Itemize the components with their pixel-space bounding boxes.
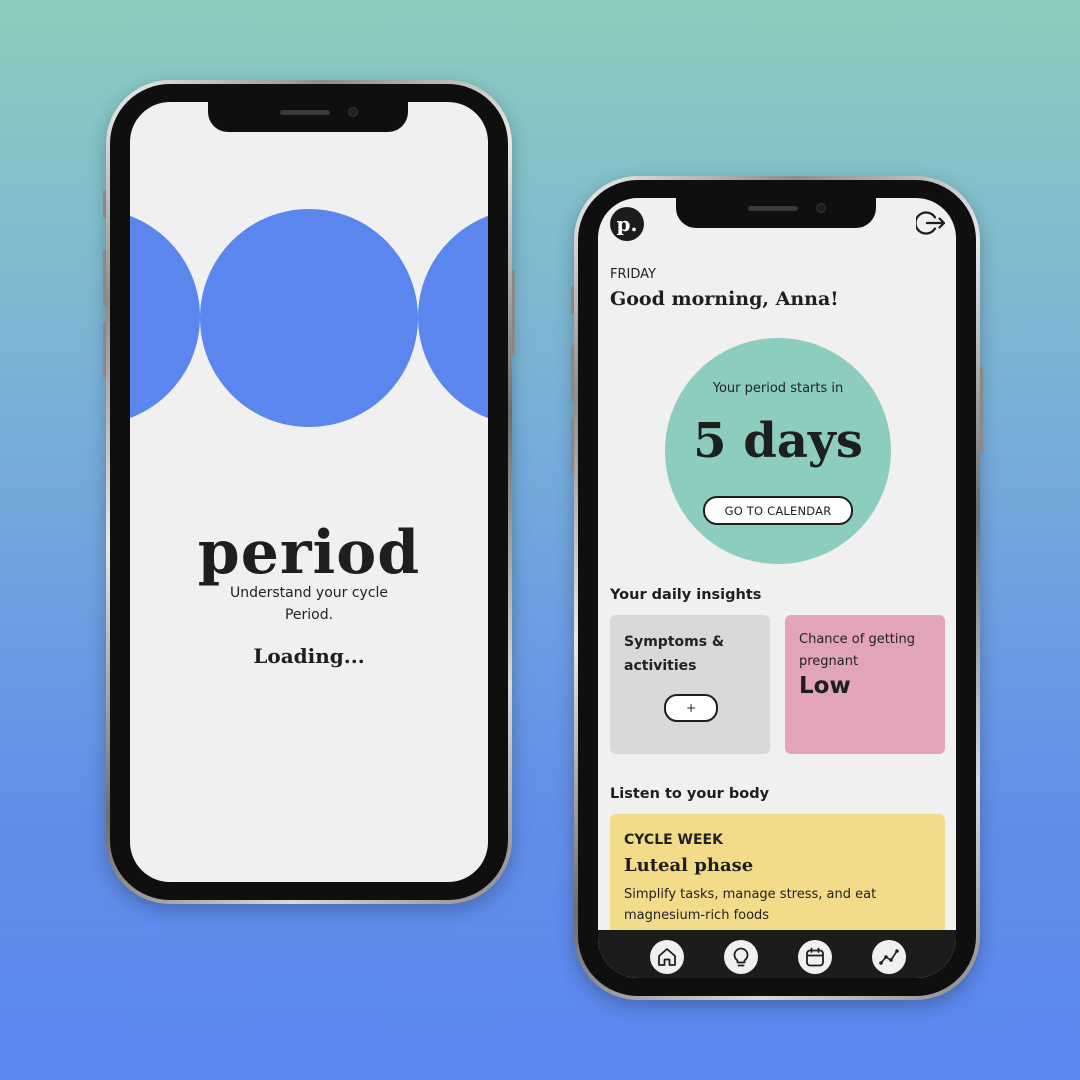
symptoms-title-line-1: Symptoms & bbox=[624, 634, 725, 650]
tagline-line-1: Understand your cycle bbox=[229, 585, 389, 601]
logout-icon[interactable] bbox=[916, 208, 946, 238]
splash-phone: period Understand your cycle Period. Loa… bbox=[103, 80, 515, 904]
insights-heading: Your daily insights bbox=[610, 587, 762, 603]
pregnancy-chance-label: Chance of getting pregnant bbox=[799, 632, 916, 669]
notch bbox=[208, 102, 408, 132]
speaker bbox=[748, 206, 798, 211]
add-symptom-button[interactable]: + bbox=[664, 694, 718, 722]
period-countdown-circle: Your period starts in 5 days GO TO CALEN… bbox=[665, 338, 891, 564]
speaker bbox=[280, 110, 330, 115]
camera bbox=[348, 107, 358, 117]
countdown-label: Your period starts in bbox=[712, 381, 844, 396]
pregnancy-chance-value: Low bbox=[799, 673, 851, 699]
tab-stats[interactable] bbox=[872, 940, 906, 974]
bottom-tab-bar bbox=[598, 930, 956, 978]
tagline: Understand your cycle Period. bbox=[130, 582, 488, 626]
symptoms-title-line-2: activities bbox=[624, 658, 697, 674]
day-label: FRIDAY bbox=[610, 267, 656, 282]
lightbulb-icon bbox=[733, 947, 749, 967]
tab-insights[interactable] bbox=[724, 940, 758, 974]
symptoms-title: Symptoms & activities bbox=[624, 630, 724, 678]
symptoms-card[interactable]: Symptoms & activities + bbox=[610, 615, 770, 754]
chart-icon bbox=[879, 949, 899, 965]
cycle-advice-text: Simplify tasks, manage stress, and eat m… bbox=[624, 887, 877, 923]
splash-screen: period Understand your cycle Period. Loa… bbox=[130, 102, 488, 882]
body-heading: Listen to your body bbox=[610, 786, 770, 802]
brand-wordmark: period bbox=[197, 518, 421, 588]
pregnancy-chance-card[interactable]: Chance of getting pregnant Low bbox=[785, 615, 945, 754]
cycle-week-eyebrow: CYCLE WEEK bbox=[624, 832, 723, 848]
countdown-value: 5 days bbox=[693, 413, 863, 469]
loading-text: Loading... bbox=[253, 644, 365, 668]
go-to-calendar-button[interactable]: GO TO CALENDAR bbox=[703, 496, 853, 525]
camera bbox=[816, 203, 826, 213]
home-icon bbox=[658, 948, 676, 966]
tab-calendar[interactable] bbox=[798, 940, 832, 974]
home-phone: p. FRIDAY Good morning, Anna! Your perio… bbox=[571, 176, 983, 1000]
greeting: Good morning, Anna! bbox=[610, 288, 839, 310]
app-logo[interactable]: p. bbox=[610, 207, 644, 241]
decor-circle-right bbox=[418, 209, 488, 425]
notch bbox=[676, 198, 876, 228]
tab-home[interactable] bbox=[650, 940, 684, 974]
cycle-phase-title: Luteal phase bbox=[624, 855, 754, 876]
tagline-line-2: Period. bbox=[284, 607, 334, 623]
calendar-icon bbox=[806, 947, 824, 967]
home-screen: p. FRIDAY Good morning, Anna! Your perio… bbox=[598, 198, 956, 978]
decor-circle-center bbox=[200, 209, 418, 427]
decor-circle-left bbox=[130, 209, 200, 425]
